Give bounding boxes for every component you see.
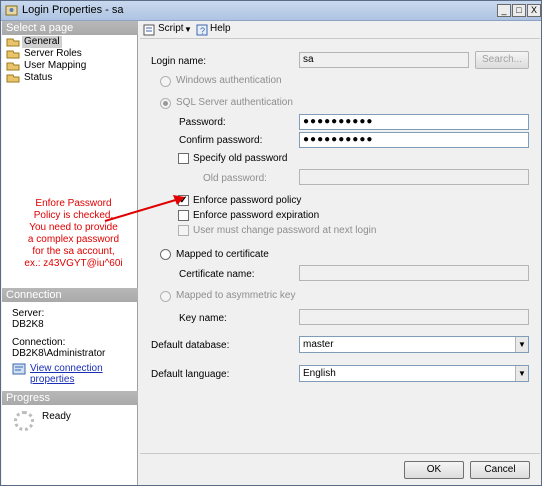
annotation-line: for the sa account, <box>32 246 115 257</box>
windows-auth-label: Windows authentication <box>176 75 282 86</box>
specify-old-password-checkbox[interactable] <box>178 153 189 164</box>
toolbar: Script ▼ ? Help <box>140 21 540 39</box>
title-bar[interactable]: Login Properties - sa _ □ X <box>1 1 541 21</box>
progress-spinner-icon <box>14 411 34 431</box>
general-page-content: Login name: sa Search... Windows authent… <box>140 40 540 453</box>
certificate-name-label: Certificate name: <box>179 269 255 280</box>
default-language-label: Default language: <box>151 369 230 380</box>
mapped-asymmetric-key-radio[interactable] <box>160 291 171 302</box>
mapped-certificate-label: Mapped to certificate <box>176 249 269 260</box>
annotation-line: ex.: z43VGYT@iu^60i <box>24 258 123 269</box>
page-icon <box>6 38 20 47</box>
window-title: Login Properties - sa <box>22 4 124 16</box>
password-label: Password: <box>179 117 226 128</box>
svg-text:?: ? <box>200 26 205 36</box>
key-name-input[interactable] <box>299 309 529 325</box>
search-button[interactable]: Search... <box>475 51 529 69</box>
must-change-label: User must change password at next login <box>193 225 377 236</box>
page-icon <box>6 62 20 71</box>
page-label: Server Roles <box>24 48 82 59</box>
server-label: Server: <box>12 308 45 319</box>
old-password-label: Old password: <box>203 173 267 184</box>
default-language-value: English <box>303 368 336 379</box>
cancel-button[interactable]: Cancel <box>470 461 530 479</box>
sql-auth-label: SQL Server authentication <box>176 97 293 108</box>
chevron-down-icon[interactable]: ▼ <box>515 366 528 381</box>
page-label: General <box>22 36 62 48</box>
annotation-arrow-icon <box>104 195 185 222</box>
default-database-select[interactable]: master ▼ <box>299 336 529 353</box>
password-input[interactable]: ●●●●●●●●●● <box>299 114 529 130</box>
confirm-password-label: Confirm password: <box>179 135 263 146</box>
view-connection-properties-link[interactable]: View connection properties <box>30 363 137 385</box>
page-icon <box>6 74 20 83</box>
old-password-input[interactable] <box>299 169 529 185</box>
page-user-mapping[interactable]: User Mapping <box>4 60 134 72</box>
mapped-certificate-radio[interactable] <box>160 249 171 260</box>
button-bar: OK Cancel <box>140 453 540 485</box>
progress-header: Progress <box>2 391 138 405</box>
confirm-password-input[interactable]: ●●●●●●●●●● <box>299 132 529 148</box>
default-database-label: Default database: <box>151 340 230 351</box>
page-general[interactable]: General <box>4 36 134 48</box>
mapped-asymmetric-key-label: Mapped to asymmetric key <box>176 290 296 301</box>
minimize-button[interactable]: _ <box>497 4 511 17</box>
login-properties-window: Login Properties - sa _ □ X Select a pag… <box>0 0 542 486</box>
page-icon <box>6 50 20 59</box>
help-button[interactable]: Help <box>210 23 231 34</box>
enforce-expiration-label: Enforce password expiration <box>193 210 320 221</box>
windows-auth-radio[interactable] <box>160 76 171 87</box>
certificate-name-input[interactable] <box>299 265 529 281</box>
annotation-line: a complex password <box>27 234 120 245</box>
page-status[interactable]: Status <box>4 72 134 84</box>
chevron-down-icon[interactable]: ▼ <box>515 337 528 352</box>
connection-value: DB2K8\Administrator <box>12 348 106 359</box>
sql-auth-radio[interactable] <box>160 98 171 109</box>
server-value: DB2K8 <box>12 319 44 330</box>
script-dropdown-icon[interactable]: ▼ <box>184 25 192 34</box>
help-icon: ? <box>196 24 208 36</box>
enforce-policy-label: Enforce password policy <box>193 195 302 206</box>
login-name-input[interactable]: sa <box>299 52 469 68</box>
connection-label: Connection: <box>12 337 66 348</box>
script-icon <box>143 24 155 36</box>
close-button[interactable]: X <box>527 4 541 17</box>
page-server-roles[interactable]: Server Roles <box>4 48 134 60</box>
default-database-value: master <box>303 339 334 350</box>
maximize-button[interactable]: □ <box>512 4 526 17</box>
specify-old-password-label: Specify old password <box>193 153 288 164</box>
key-name-label: Key name: <box>179 313 227 324</box>
connection-header: Connection <box>2 288 138 302</box>
login-icon <box>5 5 18 16</box>
login-name-label: Login name: <box>151 56 207 67</box>
page-label: Status <box>24 72 53 83</box>
ok-button[interactable]: OK <box>404 461 464 479</box>
default-language-select[interactable]: English ▼ <box>299 365 529 382</box>
select-page-header: Select a page <box>2 21 138 35</box>
progress-status: Ready <box>42 411 71 422</box>
page-label: User Mapping <box>24 60 87 71</box>
properties-icon <box>12 363 26 375</box>
script-button[interactable]: Script <box>158 23 184 34</box>
